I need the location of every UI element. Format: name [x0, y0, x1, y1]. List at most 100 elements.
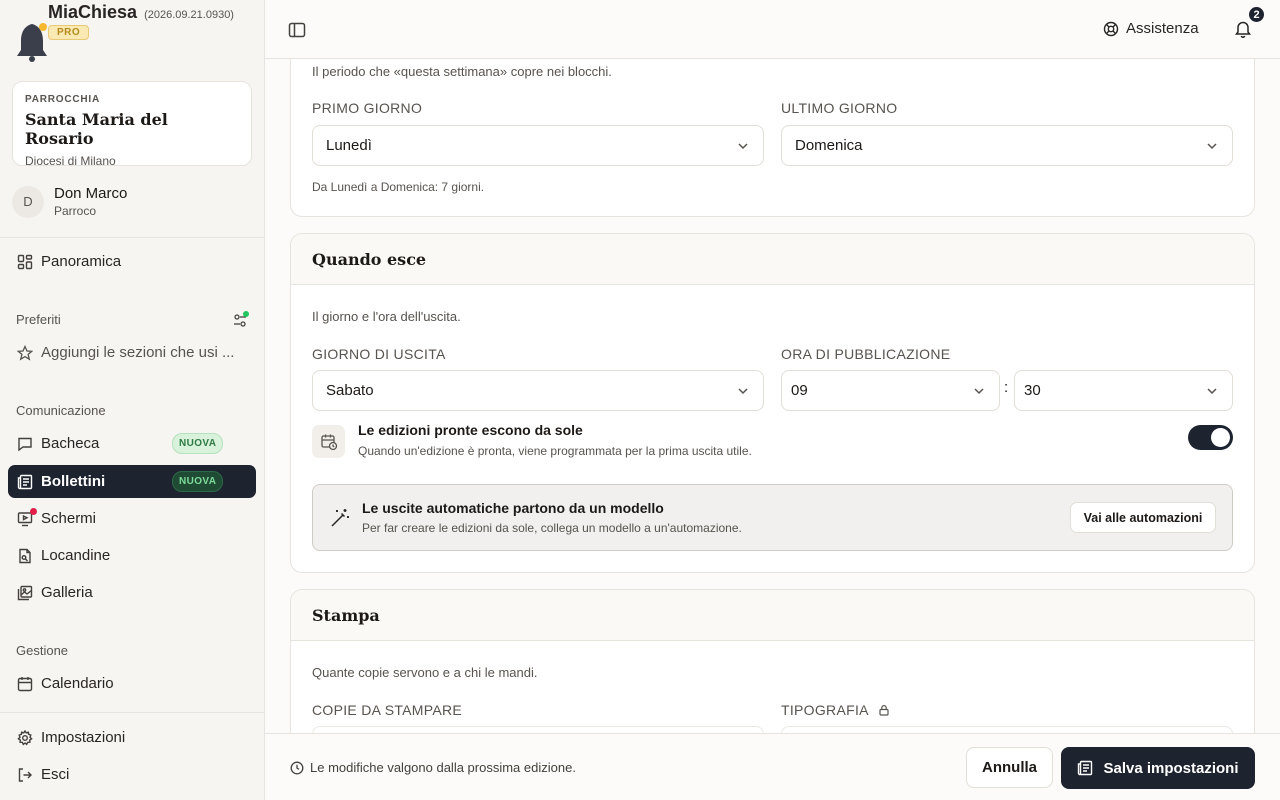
release-title: Quando esce [291, 234, 1254, 285]
lifebuoy-icon [1103, 21, 1119, 36]
sidebar-item-label: Bollettini [41, 473, 106, 490]
sidebar: MiaChiesa (2026.09.21.0930) PRO PARROCCH… [0, 0, 265, 800]
brand[interactable] [16, 20, 50, 62]
calendar-clock-icon [312, 425, 345, 458]
print-description: Quante copie servono e a chi le mandi. [312, 665, 538, 680]
divider [0, 237, 264, 238]
sidebar-item-panoramica[interactable]: Panoramica [8, 245, 256, 278]
document-icon [16, 547, 34, 565]
first-day-select[interactable]: Lunedì [312, 125, 764, 166]
sidebar-item-label: Calendario [41, 675, 114, 692]
sidebar-item-label: Locandine [41, 547, 111, 564]
sidebar-item-label: Impostazioni [41, 729, 126, 746]
message-icon [16, 435, 34, 453]
favorites-section-title: Preferiti [16, 312, 61, 327]
topbar: Assistenza 2 [265, 0, 1280, 59]
gear-icon [16, 729, 34, 747]
newspaper-icon [16, 473, 34, 491]
publish-hour-value: 09 [791, 382, 808, 399]
automation-description: Per far creare le edizioni da sole, coll… [362, 521, 742, 535]
calendar-icon [16, 675, 34, 693]
first-day-label: PRIMO GIORNO [312, 100, 423, 116]
auto-publish-toggle[interactable] [1188, 425, 1233, 450]
lock-icon [879, 705, 889, 716]
release-day-select[interactable]: Sabato [312, 370, 764, 411]
parish-diocese: Diocesi di Milano [25, 154, 116, 168]
new-badge: NUOVA [172, 471, 224, 492]
print-title: Stampa [291, 590, 1254, 641]
notification-dot [30, 507, 37, 515]
publish-minute-select[interactable]: 30 [1014, 370, 1233, 411]
user-name: Don Marco [54, 185, 128, 202]
cancel-button[interactable]: Annulla [966, 747, 1053, 788]
copies-input[interactable] [312, 726, 764, 733]
sidebar-item-bollettini[interactable]: Bollettini NUOVA [8, 465, 256, 498]
automation-notice: Le uscite automatiche partono da un mode… [312, 484, 1233, 551]
pro-badge: PRO [48, 25, 90, 40]
magic-wand-icon [329, 507, 351, 529]
new-badge: NUOVA [172, 433, 224, 454]
sidebar-item-locandine[interactable]: Locandine [8, 539, 256, 572]
add-favorites-item[interactable]: Aggiungi le sezioni che usi ... [8, 336, 256, 369]
sidebar-item-label: Bacheca [41, 435, 100, 452]
sidebar-item-calendario[interactable]: Calendario [8, 667, 256, 700]
avatar: D [12, 185, 44, 218]
star-icon [16, 344, 34, 362]
parish-label: PARROCCHIA [25, 94, 101, 105]
user-profile[interactable]: D Don Marco Parroco [12, 185, 127, 218]
toggle-knob [1211, 428, 1230, 447]
screen-icon [16, 507, 37, 528]
customize-favorites-icon[interactable] [232, 311, 250, 329]
release-day-label: GIORNO DI USCITA [312, 346, 446, 362]
save-settings-label: Salva impostazioni [1103, 759, 1239, 777]
week-card: Il periodo che «questa settimana» copre … [290, 59, 1255, 217]
last-day-select[interactable]: Domenica [781, 125, 1233, 166]
chevron-down-icon [974, 388, 984, 395]
settings-content: Il periodo che «questa settimana» copre … [265, 59, 1280, 733]
help-button[interactable]: Assistenza [1103, 20, 1199, 37]
printer-input [781, 726, 1233, 733]
sidebar-item-galleria[interactable]: Galleria [8, 576, 256, 609]
sidebar-item-label: Aggiungi le sezioni che usi ... [41, 344, 235, 361]
parish-card[interactable]: PARROCCHIA Santa Maria del Rosario Dioce… [12, 81, 252, 168]
first-day-value: Lunedì [326, 137, 372, 154]
parish-name: Santa Maria del Rosario [25, 110, 168, 148]
publish-minute-value: 30 [1024, 382, 1041, 399]
release-description: Il giorno e l'ora dell'uscita. [312, 309, 461, 324]
communication-section-title: Comunicazione [16, 403, 106, 418]
auto-publish-description: Quando un'edizione è pronta, viene progr… [358, 444, 752, 458]
dashboard-icon [16, 253, 34, 271]
week-description: Il periodo che «questa settimana» copre … [312, 64, 612, 79]
save-note-text: Le modifiche valgono dalla prossima ediz… [310, 760, 576, 775]
sidebar-item-label: Panoramica [41, 253, 122, 270]
sidebar-item-esci[interactable]: Esci [8, 758, 256, 791]
sidebar-toggle-icon[interactable] [288, 21, 306, 39]
sidebar-item-schermi[interactable]: Schermi [8, 502, 256, 535]
printer-label-wrap: TIPOGRAFIA [781, 702, 890, 718]
last-day-value: Domenica [795, 137, 863, 154]
newspaper-icon [1078, 760, 1093, 776]
user-role: Parroco [54, 204, 97, 218]
bell-logo-icon [16, 20, 50, 62]
app-version: (2026.09.21.0930) [144, 9, 234, 21]
save-note: Le modifiche valgono dalla prossima ediz… [290, 760, 576, 775]
chevron-down-icon [1207, 388, 1217, 395]
release-day-value: Sabato [326, 382, 374, 399]
sidebar-item-label: Schermi [41, 510, 97, 527]
go-to-automations-button[interactable]: Vai alle automazioni [1070, 502, 1216, 533]
chevron-down-icon [1207, 143, 1217, 150]
app-name: MiaChiesa (2026.09.21.0930) [48, 2, 234, 23]
sidebar-item-impostazioni[interactable]: Impostazioni [8, 721, 256, 754]
week-hint: Da Lunedì a Domenica: 7 giorni. [312, 180, 485, 194]
release-card: Quando esce Il giorno e l'ora dell'uscit… [290, 233, 1255, 573]
chevron-down-icon [738, 388, 748, 395]
logout-icon [16, 766, 34, 784]
save-settings-button[interactable]: Salva impostazioni [1061, 747, 1255, 789]
divider [0, 712, 264, 713]
publish-hour-select[interactable]: 09 [781, 370, 1000, 411]
publish-time-label: ORA DI PUBBLICAZIONE [781, 346, 951, 362]
management-section-title: Gestione [16, 643, 69, 658]
notification-count-badge: 2 [1247, 5, 1266, 24]
sidebar-item-bacheca[interactable]: Bacheca NUOVA [8, 427, 256, 460]
gallery-icon [16, 584, 34, 602]
